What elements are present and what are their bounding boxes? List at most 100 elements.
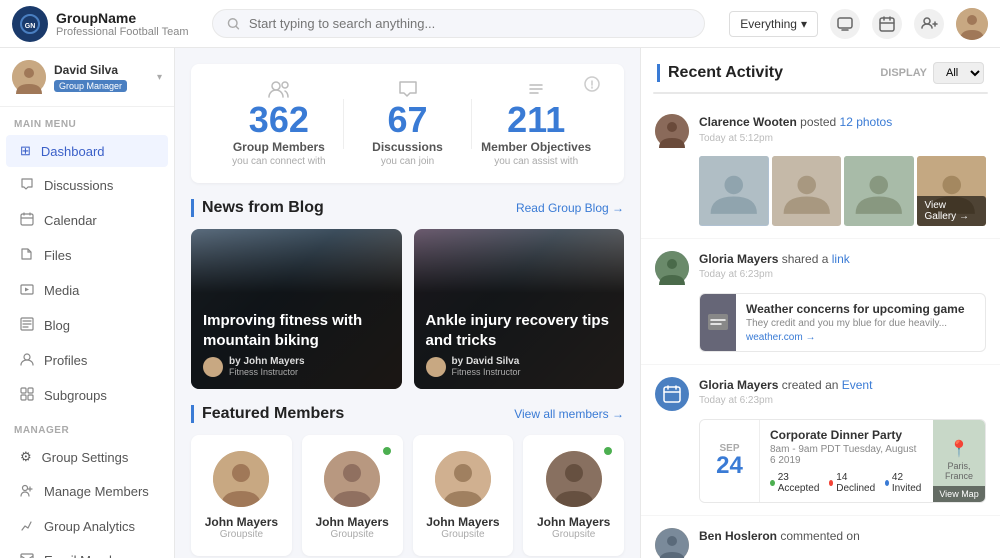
sidebar-item-email-members[interactable]: Email Members [6,545,168,558]
member-online-4 [604,447,612,455]
stat-objectives: 211 Member Objectives you can assist wit… [472,80,600,167]
sidebar-item-files[interactable]: Files [6,239,168,272]
sidebar-item-dashboard[interactable]: ⊞ Dashboard [6,135,168,167]
blog-card-2-overlay: Ankle injury recovery tips and tricks by… [414,229,625,389]
blog-author-avatar-2 [426,357,446,377]
members-count: 362 [215,102,343,138]
recent-activity-title: Recent Activity [657,64,783,82]
activity-link: Gloria Mayers shared a link Today at 6:2… [641,239,1000,365]
photos-link[interactable]: 12 photos [840,115,893,129]
accepted-stat: 23 Accepted [770,472,821,494]
display-label: DISPLAY [880,67,927,79]
manage-members-icon [20,483,34,500]
activity-link-header: Gloria Mayers shared a link Today at 6:2… [655,251,986,285]
sidebar-item-profiles[interactable]: Profiles [6,344,168,377]
gloria-meta-event: Gloria Mayers created an Event Today at … [699,377,986,407]
sidebar-item-discussions[interactable]: Discussions [6,169,168,202]
manager-label: Manager [0,413,174,440]
shared-link[interactable]: link [832,252,850,266]
featured-members-title: Featured Members [191,405,344,423]
user-bar[interactable]: David Silva Group Manager ▾ [0,48,174,107]
read-more-link[interactable]: Read Group Blog → [516,201,624,215]
sidebar-item-manage-members[interactable]: Manage Members [6,475,168,508]
invited-label: 42 Invited [892,472,923,494]
gloria-time-event: Today at 6:23pm [699,395,986,406]
subgroups-icon [20,387,34,404]
ben-name: Ben Hosleron [699,529,777,543]
top-navigation: GN GroupName Professional Football Team … [0,0,1000,48]
gloria-name-event: Gloria Mayers [699,378,778,392]
objectives-count: 211 [472,102,600,138]
sidebar-item-label: Calendar [44,213,97,228]
sidebar-item-label: Profiles [44,353,87,368]
activity-photos: Clarence Wooten posted 12 photos Today a… [641,102,1000,239]
member-card-1[interactable]: John Mayers Groupsite [191,435,292,556]
photo-thumb-4: View Gallery → [917,156,987,226]
sidebar-item-label: Manage Members [44,484,149,499]
declined-stat: 14 Declined [829,472,877,494]
activity-event: Gloria Mayers created an Event Today at … [641,365,1000,516]
ben-text: Ben Hosleron commented on [699,528,986,545]
stats-bar: 362 Group Members you can connect with 6… [191,64,624,183]
messages-icon[interactable] [830,9,860,39]
featured-members-section: Featured Members View all members → John… [191,405,624,556]
clarence-time: Today at 5:12pm [699,133,986,144]
member-card-3[interactable]: John Mayers Groupsite [413,435,514,556]
members-label: Group Members [215,140,343,154]
sidebar-item-label: Email Members [44,553,134,558]
activity-event-header: Gloria Mayers created an Event Today at … [655,377,986,411]
svg-text:GN: GN [25,23,36,30]
gloria-name-1: Gloria Mayers [699,252,778,266]
post-input-row [654,93,987,94]
view-all-members-link[interactable]: View all members → [514,407,624,421]
event-card[interactable]: Sep 24 Corporate Dinner Party 8am - 9am … [699,419,986,503]
blog-card-2[interactable]: Ankle injury recovery tips and tricks by… [414,229,625,389]
sidebar-item-label: Discussions [44,178,113,193]
member-avatar-2 [324,451,380,507]
display-select[interactable]: All [933,62,984,84]
sidebar-item-calendar[interactable]: Calendar [6,204,168,237]
sidebar-item-label: Blog [44,318,70,333]
declined-dot [829,480,834,486]
add-user-icon[interactable] [914,9,944,39]
search-input[interactable] [249,16,690,31]
sidebar-item-blog[interactable]: Blog [6,309,168,342]
blog-author-avatar-1 [203,357,223,377]
blog-card-1[interactable]: Improving fitness with mountain biking b… [191,229,402,389]
view-gallery-button[interactable]: View Gallery → [917,196,987,226]
photo-thumb-1 [699,156,769,226]
sidebar-item-label: Subgroups [44,388,107,403]
dashboard-icon: ⊞ [20,143,31,159]
user-name: David Silva [54,63,149,77]
ben-verb: commented on [780,529,859,543]
event-day: 24 [716,454,743,478]
recent-activity-header: Recent Activity DISPLAY All [641,48,1000,92]
sidebar-item-subgroups[interactable]: Subgroups [6,379,168,412]
media-icon [20,282,34,299]
event-map: 📍 Paris, France View Map [933,420,985,502]
sidebar-item-label: Files [44,248,71,263]
user-avatar-nav[interactable] [956,8,988,40]
ben-meta: Ben Hosleron commented on [699,528,986,545]
member-card-2[interactable]: John Mayers Groupsite [302,435,403,556]
everything-dropdown[interactable]: Everything ▾ [729,11,818,37]
sidebar-item-media[interactable]: Media [6,274,168,307]
sidebar-item-group-settings[interactable]: ⚙ Group Settings [6,441,168,473]
gloria-time-1: Today at 6:23pm [699,269,986,280]
member-card-4[interactable]: John Mayers Groupsite [523,435,624,556]
files-icon [20,247,34,264]
view-map-button[interactable]: View Map [933,486,985,502]
blog-grid: Improving fitness with mountain biking b… [191,229,624,389]
discussions-count: 67 [344,102,472,138]
declined-label: 14 Declined [836,472,876,494]
sidebar-item-group-analytics[interactable]: Group Analytics [6,510,168,543]
link-preview: Weather concerns for upcoming game They … [699,293,986,352]
dropdown-label: Everything [740,17,797,31]
link-preview-url[interactable]: weather.com → [746,332,975,343]
event-link[interactable]: Event [842,378,873,392]
calendar-icon[interactable] [872,9,902,39]
members-sub: you can connect with [215,156,343,167]
search-bar[interactable] [212,9,705,38]
blog-author-name-1: by John Mayers [229,356,305,367]
member-online-2 [383,447,391,455]
